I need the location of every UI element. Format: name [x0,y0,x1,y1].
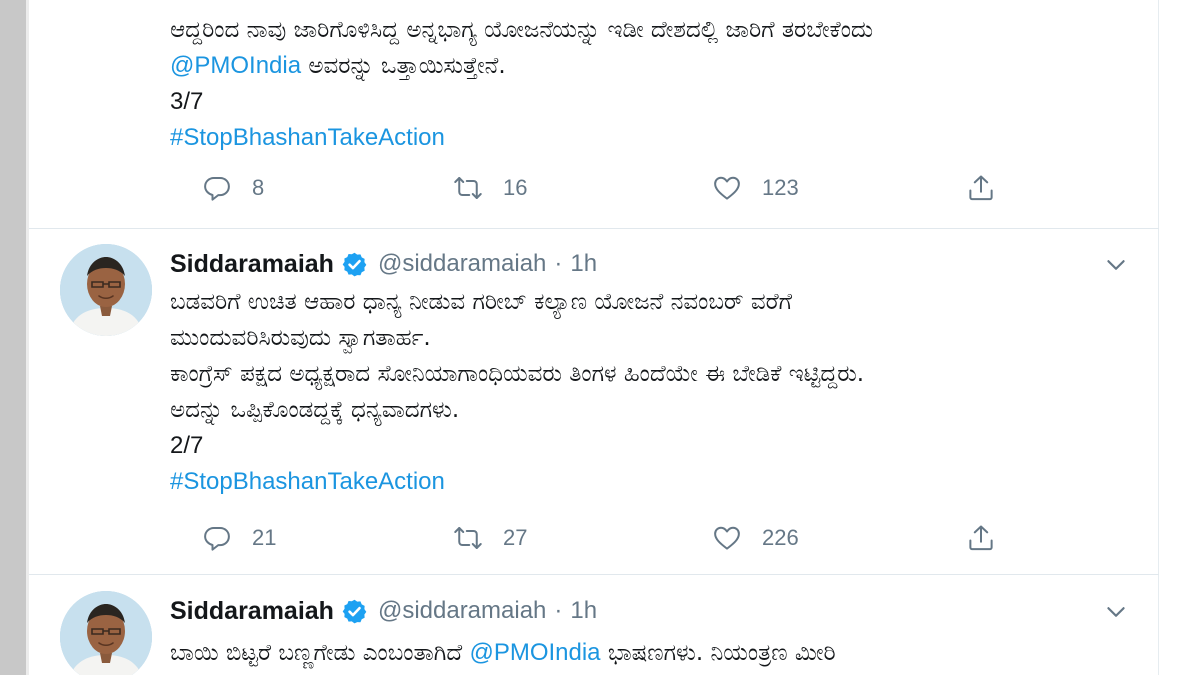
tweet-body: ಆದ್ದರಿಂದ ನಾವು ಜಾರಿಗೊಳಿಸಿದ್ದ ಅನ್ನಭಾಗ್ಯ ಯೋ… [170,12,1130,156]
reply-button[interactable]: 8 [202,168,264,208]
header-separator: · [554,597,563,624]
tweet-actions: 21 27 226 [170,518,993,558]
reply-count: 21 [252,525,277,550]
tweet-timestamp[interactable]: 1h [570,597,597,625]
retweet-button[interactable]: 16 [453,168,527,208]
tweet-2-of-7[interactable]: Siddaramaiah @siddaramaiah · 1h ಬಡವರಿಗೆ … [29,229,1159,573]
reply-button[interactable]: 21 [202,518,276,558]
tweet-3-of-7[interactable]: ಆದ್ದರಿಂದ ನಾವು ಜಾರಿಗೊಳಿಸಿದ್ದ ಅನ್ನಭಾಗ್ಯ ಯೋ… [29,0,1159,228]
reply-icon [204,177,230,201]
share-icon [969,175,993,201]
screenshot-page: ಆದ್ದರಿಂದ ನಾವು ಜಾರಿಗೊಳಿಸಿದ್ದ ಅನ್ನಭಾಗ್ಯ ಯೋ… [0,0,1200,675]
tweet-line: ಅದನ್ನು ಒಪ್ಪಿಕೊಂಡದ್ದಕ್ಕೆ ಧನ್ಯವಾದಗಳು. [170,397,460,423]
share-icon [969,525,993,551]
like-count: 123 [762,175,799,200]
verified-badge-icon [342,599,367,623]
tweet-feed: ಆದ್ದರಿಂದ ನಾವು ಜಾರಿಗೊಳಿಸಿದ್ದ ಅನ್ನಭಾಗ್ಯ ಯೋ… [29,0,1159,675]
avatar-image [60,244,152,336]
author-handle[interactable]: @siddaramaiah [378,597,546,625]
avatar[interactable] [60,244,152,336]
tweet-body: ಬಾಯಿ ಬಿಟ್ಟರೆ ಬಣ್ಣಗೇಡು ಎಂಬಂತಾಗಿದೆ @PMOInd… [170,635,1130,671]
tweet-actions: 8 16 123 [170,168,993,208]
hashtag-link[interactable]: #StopBhashanTakeAction [170,120,1130,156]
tweet-next[interactable]: Siddaramaiah @siddaramaiah · 1h ಬಾಯಿ ಬಿಟ… [29,575,1159,675]
avatar[interactable] [60,591,152,675]
tweet-line: ಆದ್ದರಿಂದ ನಾವು ಜಾರಿಗೊಳಿಸಿದ್ದ ಅನ್ನಭಾಗ್ಯ ಯೋ… [170,12,1130,48]
retweet-icon [454,177,482,199]
tweet-line: ಕಾಂಗ್ರೆಸ್ ಪಕ್ಷದ ಅಧ್ಯಕ್ಷರಾದ ಸೋನಿಯಾಗಾಂಧಿಯವ… [170,361,865,387]
share-button[interactable] [966,168,996,208]
tweet-thread-counter: 2/7 [170,432,204,459]
mention-link[interactable]: @PMOIndia [469,639,600,666]
right-margin [1160,0,1200,675]
share-button[interactable] [966,518,996,558]
verified-badge-icon [342,252,367,276]
retweet-count: 27 [503,525,528,550]
retweet-count: 16 [503,175,528,200]
retweet-button[interactable]: 27 [453,518,527,558]
chevron-down-icon[interactable] [1103,252,1129,278]
avatar-image [60,591,152,675]
tweet-line: @PMOIndia ಅವರನ್ನು ಒತ್ತಾಯಿಸುತ್ತೇನೆ. [170,48,1130,84]
tweet-body: ಬಡವರಿಗೆ ಉಚಿತ ಆಹಾರ ಧಾನ್ಯ ನೀಡುವ ಗರೀಬ್ ಕಲ್ಯ… [170,284,1130,500]
tweet-header: Siddaramaiah @siddaramaiah · 1h [170,247,597,281]
chevron-down-icon[interactable] [1103,599,1129,625]
author-handle[interactable]: @siddaramaiah [378,250,546,278]
like-button[interactable]: 123 [712,168,799,208]
tweet-line: ಬಾಯಿ ಬಿಟ್ಟರೆ ಬಣ್ಣಗೇಡು ಎಂಬಂತಾಗಿದೆ @PMOInd… [170,635,1130,671]
tweet-thread-counter: 3/7 [170,88,204,115]
tweet-timestamp[interactable]: 1h [570,250,597,278]
tweet-text: ಆದ್ದರಿಂದ ನಾವು ಜಾರಿಗೊಳಿಸಿದ್ದ ಅನ್ನಭಾಗ್ಯ ಯೋ… [170,17,874,43]
reply-count: 8 [252,175,265,200]
left-scroll-rail [0,0,26,675]
like-count: 226 [762,525,799,550]
tweet-text: ಅವರನ್ನು ಒತ್ತಾಯಿಸುತ್ತೇನೆ. [301,53,506,79]
header-separator: · [554,250,563,277]
tweet-text: ಭಾಷಣಗಳು. ನಿಯಂತ್ರಣ ಮೀರಿ [600,640,836,666]
tweet-line: ಬಡವರಿಗೆ ಉಚಿತ ಆಹಾರ ಧಾನ್ಯ ನೀಡುವ ಗರೀಬ್ ಕಲ್ಯ… [170,289,793,315]
hashtag-link[interactable]: #StopBhashanTakeAction [170,464,1130,500]
author-name[interactable]: Siddaramaiah [170,250,334,279]
tweet-line: ಮುಂದುವರಿಸಿರುವುದು ಸ್ವಾಗತಾರ್ಹ. [170,325,431,351]
tweet-header: Siddaramaiah @siddaramaiah · 1h [170,594,597,628]
like-button[interactable]: 226 [712,518,799,558]
like-icon [714,526,740,550]
like-icon [714,176,740,200]
tweet-text: ಬಾಯಿ ಬಿಟ್ಟರೆ ಬಣ್ಣಗೇಡು ಎಂಬಂತಾಗಿದೆ [170,640,470,666]
author-name[interactable]: Siddaramaiah [170,597,334,626]
retweet-icon [454,527,482,549]
reply-icon [204,527,230,551]
mention-link[interactable]: @PMOIndia [170,52,301,79]
